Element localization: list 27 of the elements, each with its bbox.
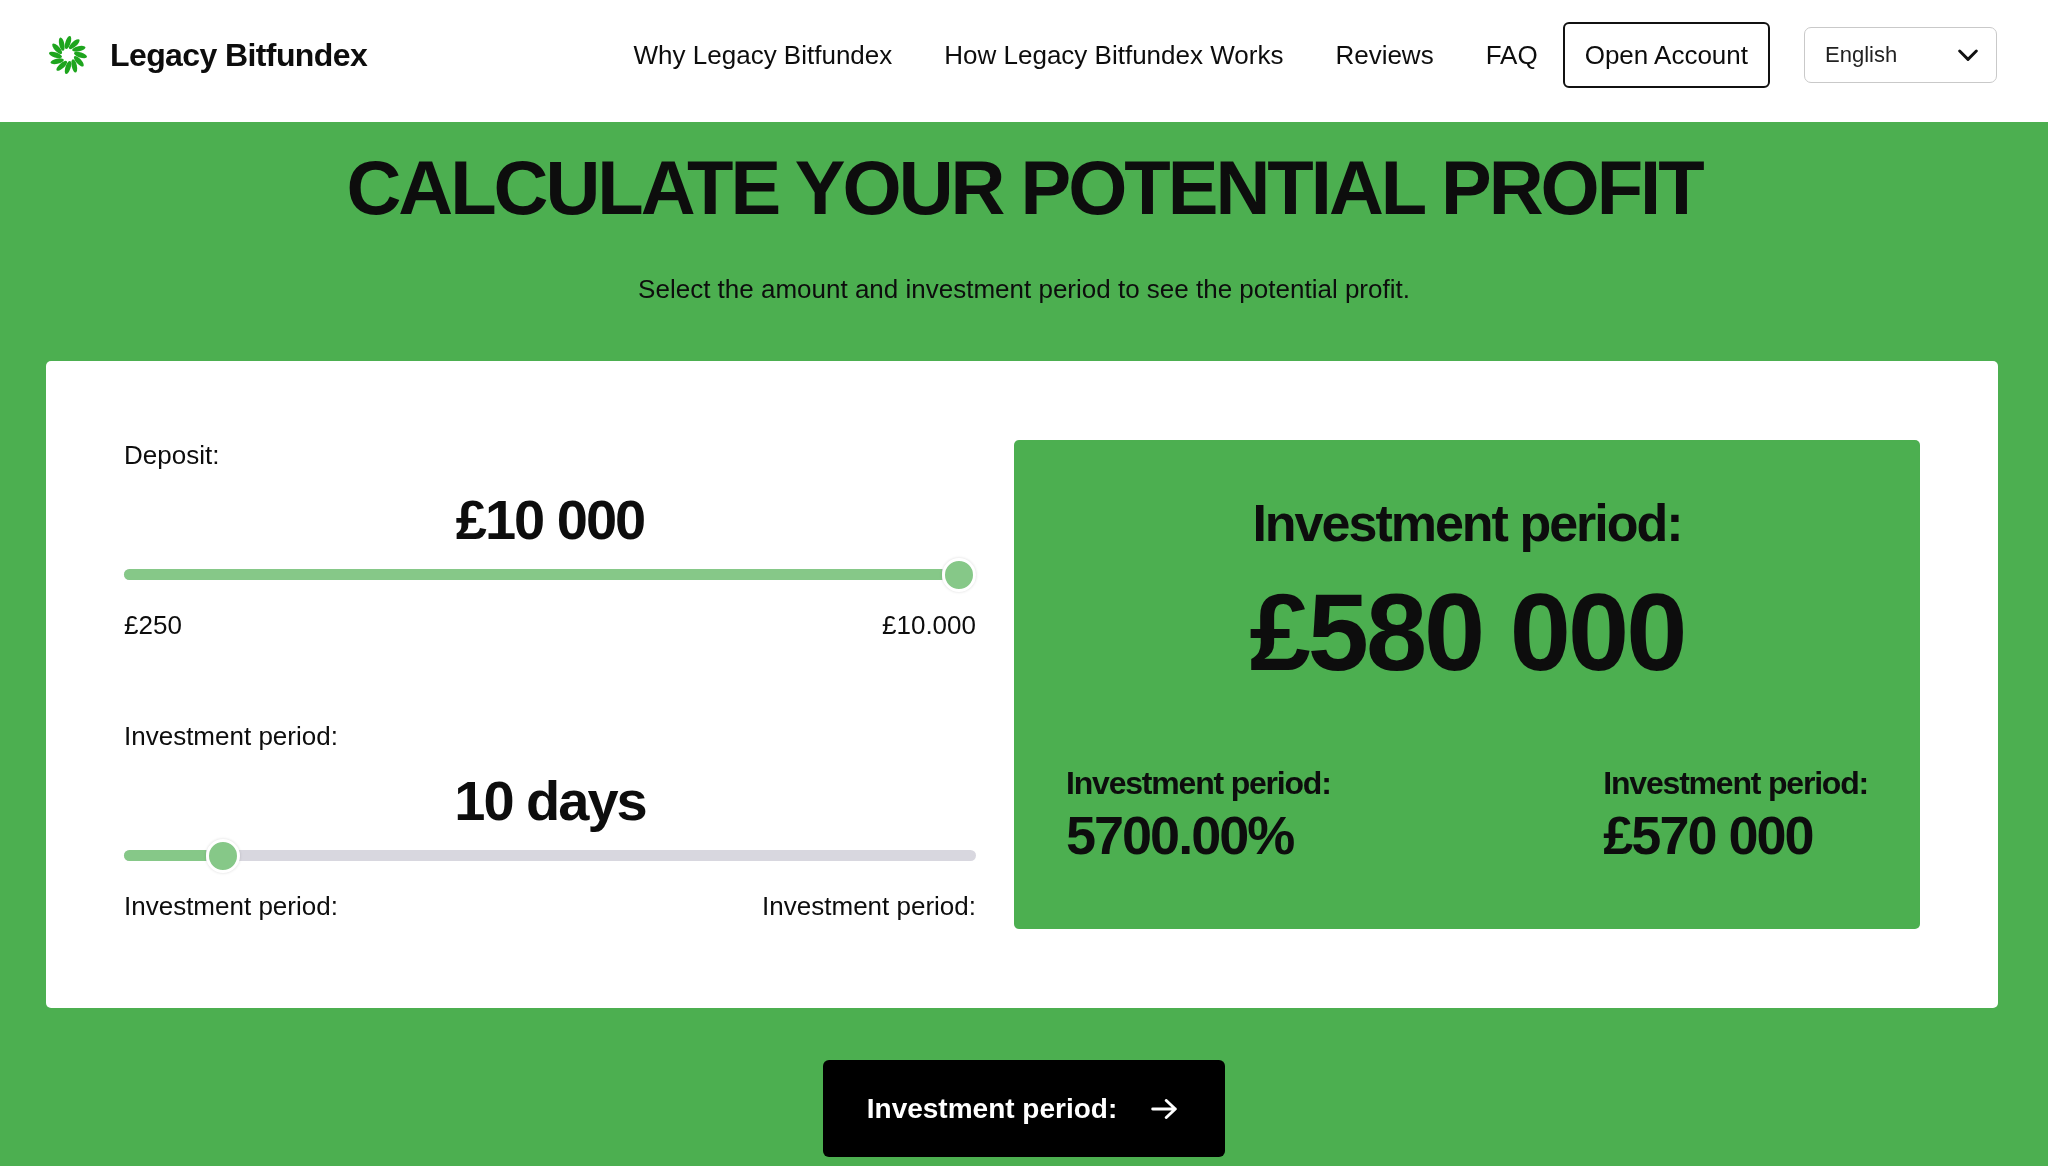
arrow-right-icon [1151,1098,1178,1119]
field-label: Deposit: [124,440,220,470]
result-title: Investment period: [1252,493,1682,553]
brand-name: Legacy Bitfundex [110,36,368,74]
language-select[interactable]: English [1804,27,1997,83]
result-total: £580 000 [1249,577,1685,687]
range-min-label: £250 [124,610,182,640]
stat-value: 5700.00% [1066,807,1294,863]
range-max-label: Investment period: [762,891,976,921]
stat-label: Investment period: [1603,765,1868,801]
nav-link[interactable]: How Legacy Bitfundex Works [944,39,1284,71]
open-account-button[interactable]: Open Account [1562,22,1770,88]
logo-icon [48,35,88,75]
nav-link[interactable]: FAQ [1485,39,1538,71]
nav-link[interactable]: Why Legacy Bitfundex [633,39,893,71]
subtitle: Select the amount and investment period to see the potential profit. [638,274,1410,304]
stat-value: £570 000 [1603,807,1813,863]
stat-label: Investment period: [1066,765,1331,801]
cta-button[interactable]: Investment period: [822,1060,1226,1157]
nav-link[interactable]: Reviews [1335,39,1434,71]
page-heading: CALCULATE YOUR POTENTIAL PROFIT [346,148,1702,228]
field-label: Investment period: [124,721,338,751]
slider-value: 10 days [454,771,646,831]
slider-value: £10 000 [455,490,645,550]
range-min-label: Investment period: [124,891,338,921]
range-max-label: £10.000 [882,610,976,640]
chevron-down-icon [1958,48,1978,62]
